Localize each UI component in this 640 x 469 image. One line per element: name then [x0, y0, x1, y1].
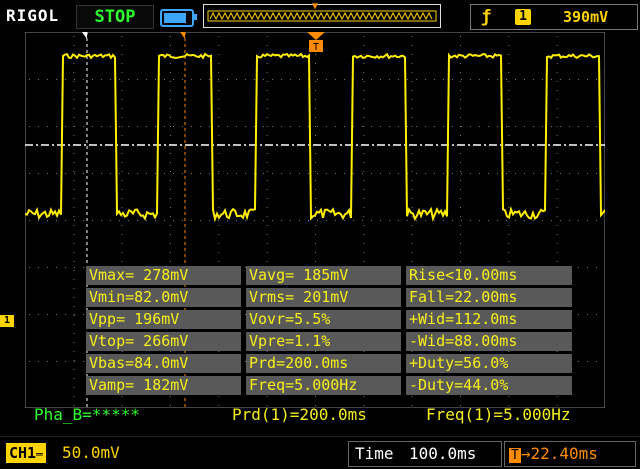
channel1-ground-marker[interactable]: 1: [0, 315, 14, 327]
measurement-vmax: Vmax= 278mV: [86, 266, 241, 285]
time-label: Time: [355, 444, 394, 463]
phase-readout: Pha_B=*****: [34, 405, 140, 424]
rising-edge-icon: ƒ: [481, 7, 492, 27]
time-per-div: 100.0ms: [409, 444, 477, 463]
trigger-offset-settings[interactable]: T →22.40ms: [504, 441, 636, 467]
volts-per-div: 50.0mV: [62, 443, 120, 462]
measurement-vovr: Vovr=5.5%: [246, 310, 401, 329]
measurement-vpre: Vpre=1.1%: [246, 332, 401, 351]
table-row: Vbas=84.0mV Prd=200.0ms +Duty=56.0%: [86, 354, 572, 373]
measurement-vpp: Vpp= 196mV: [86, 310, 241, 329]
measurement-vamp: Vamp= 182mV: [86, 376, 241, 395]
measurement-rise: Rise<10.00ms: [406, 266, 572, 285]
measurement-neg-duty: -Duty=44.0%: [406, 376, 572, 395]
trigger-channel-badge: 1: [515, 9, 531, 25]
channel1-label: CH1: [9, 444, 37, 462]
measurement-neg-width: -Wid=88.00ms: [406, 332, 572, 351]
battery-icon: [160, 9, 197, 27]
measurement-vbas: Vbas=84.0mV: [86, 354, 241, 373]
memory-trigger-icon: ▼: [312, 1, 319, 12]
table-row: Vmax= 278mV Vavg= 185mV Rise<10.00ms: [86, 266, 572, 285]
run-stop-indicator[interactable]: STOP: [76, 5, 154, 29]
measurement-pos-duty: +Duty=56.0%: [406, 354, 572, 373]
memory-waveform-preview: [207, 10, 437, 22]
top-bar: RIGOL STOP ▼ ƒ 1 390mV: [0, 0, 640, 32]
dc-coupling-icon: ═: [36, 448, 43, 461]
memory-depth-bar: ▼: [203, 1, 441, 28]
measurement-table: Vmax= 278mV Vavg= 185mV Rise<10.00ms Vmi…: [86, 266, 572, 398]
measurement-fall: Fall=22.00ms: [406, 288, 572, 307]
frequency-readout: Freq(1)=5.000Hz: [426, 405, 571, 424]
period-readout: Prd(1)=200.0ms: [232, 405, 367, 424]
measurement-vmin: Vmin=82.0mV: [86, 288, 241, 307]
table-row: Vpp= 196mV Vovr=5.5% +Wid=112.0ms: [86, 310, 572, 329]
brand-logo: RIGOL: [6, 6, 60, 25]
measurement-vavg: Vavg= 185mV: [246, 266, 401, 285]
table-row: Vtop= 266mV Vpre=1.1% -Wid=88.00ms: [86, 332, 572, 351]
svg-text:T: T: [313, 42, 319, 53]
trigger-level: 390mV: [563, 8, 609, 26]
measurement-vrms: Vrms= 201mV: [246, 288, 401, 307]
measurement-frequency: Freq=5.000Hz: [246, 376, 401, 395]
trigger-settings[interactable]: ƒ 1 390mV: [470, 4, 638, 30]
measurement-vtop: Vtop= 266mV: [86, 332, 241, 351]
measurement-pos-width: +Wid=112.0ms: [406, 310, 572, 329]
bottom-status-bar: CH1═ 50.0mV Time 100.0ms T →22.40ms: [0, 436, 640, 469]
trigger-offset-icon: T: [509, 448, 521, 463]
timebase-settings[interactable]: Time 100.0ms: [348, 441, 502, 467]
measurement-period: Prd=200.0ms: [246, 354, 401, 373]
channel1-badge[interactable]: CH1═: [6, 443, 46, 463]
table-row: Vmin=82.0mV Vrms= 201mV Fall=22.00ms: [86, 288, 572, 307]
trigger-offset-value: 22.40ms: [530, 444, 598, 463]
table-row: Vamp= 182mV Freq=5.000Hz -Duty=44.0%: [86, 376, 572, 395]
